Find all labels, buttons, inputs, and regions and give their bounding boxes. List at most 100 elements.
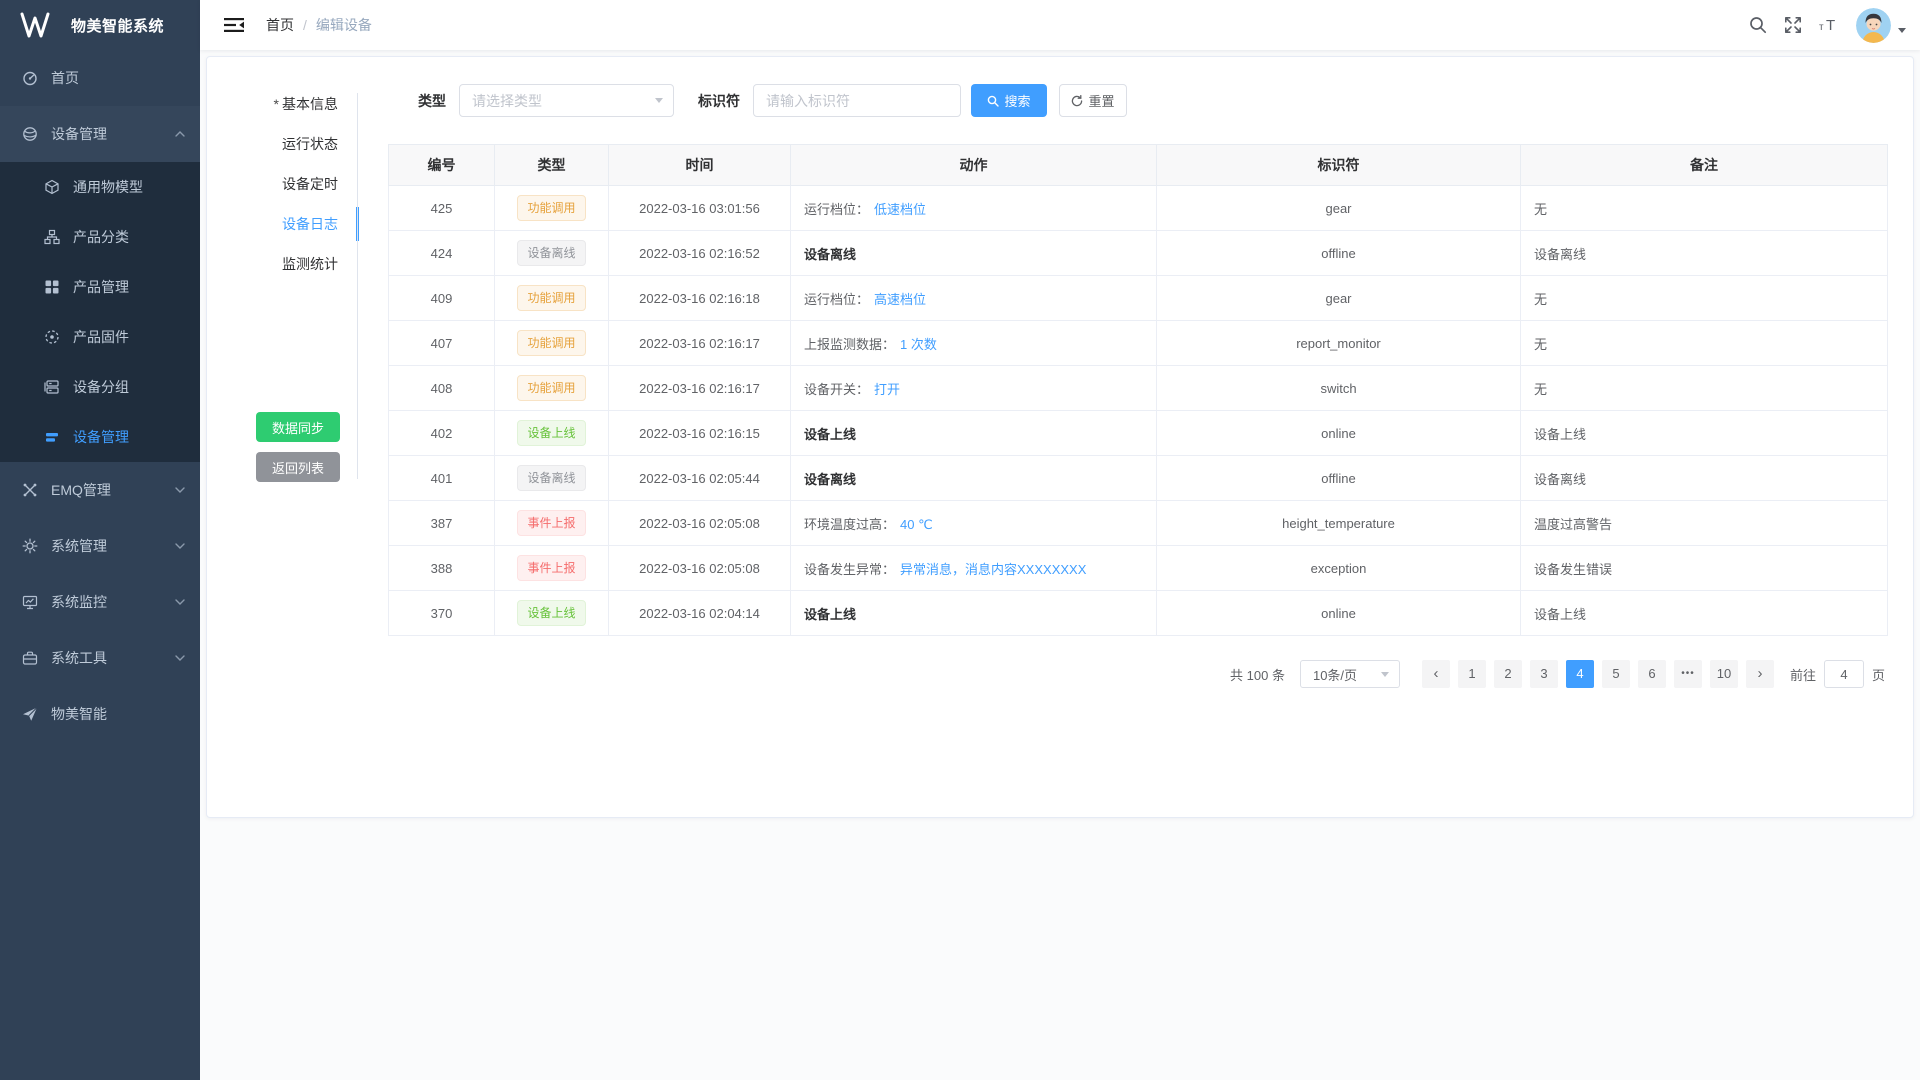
page-button-3[interactable]: 3 bbox=[1530, 660, 1558, 688]
sidebar-item-product-firmware[interactable]: 产品固件 bbox=[0, 312, 200, 362]
goto-page-input[interactable] bbox=[1824, 660, 1864, 688]
cell-id: 370 bbox=[389, 591, 495, 636]
data-sync-button[interactable]: 数据同步 bbox=[256, 412, 340, 442]
cell-remark: 无 bbox=[1521, 366, 1888, 411]
main-area: 首页 / 编辑设备 тT bbox=[200, 0, 1920, 1080]
pages-ellipsis[interactable]: ••• bbox=[1674, 660, 1702, 688]
page-button-4-active[interactable]: 4 bbox=[1566, 660, 1594, 688]
type-tag: 功能调用 bbox=[517, 375, 585, 401]
top-navbar: 首页 / 编辑设备 тT bbox=[200, 0, 1920, 50]
avatar[interactable] bbox=[1856, 8, 1891, 43]
type-tag: 功能调用 bbox=[517, 330, 585, 356]
plane-icon bbox=[22, 706, 40, 722]
sidebar-item-thing-model[interactable]: 通用物模型 bbox=[0, 162, 200, 212]
cell-identifier: exception bbox=[1157, 546, 1521, 591]
sidebar-menu: 首页 设备管理 通用物模型 bbox=[0, 50, 200, 742]
sidebar-item-home[interactable]: 首页 bbox=[0, 50, 200, 106]
breadcrumb: 首页 / 编辑设备 bbox=[266, 15, 372, 35]
sidebar-item-system-tools[interactable]: 系统工具 bbox=[0, 630, 200, 686]
tab-basic-info[interactable]: *基本信息 bbox=[207, 84, 357, 124]
user-menu[interactable] bbox=[1856, 8, 1906, 43]
sidebar-item-product-category[interactable]: 产品分类 bbox=[0, 212, 200, 262]
cell-remark: 设备离线 bbox=[1521, 231, 1888, 276]
page-size-select[interactable]: 10条/页 bbox=[1300, 660, 1400, 688]
sidebar-item-system-monitor[interactable]: 系统监控 bbox=[0, 574, 200, 630]
tab-device-timer[interactable]: 设备定时 bbox=[207, 164, 357, 204]
table-row: 409 功能调用 2022-03-16 02:16:18 运行档位：高速档位 g… bbox=[389, 276, 1888, 321]
sidebar-item-device-group[interactable]: 设备分组 bbox=[0, 362, 200, 412]
sidebar-item-label: 系统监控 bbox=[51, 592, 107, 612]
sidebar-item-system-management[interactable]: 系统管理 bbox=[0, 518, 200, 574]
page-button-2[interactable]: 2 bbox=[1494, 660, 1522, 688]
tab-device-log[interactable]: 设备日志 bbox=[207, 204, 357, 244]
sidebar-item-label: 首页 bbox=[51, 68, 79, 88]
logo[interactable]: 物美智能系统 bbox=[0, 0, 200, 50]
page-button-5[interactable]: 5 bbox=[1602, 660, 1630, 688]
cell-identifier: online bbox=[1157, 411, 1521, 456]
sidebar-item-emq[interactable]: EMQ管理 bbox=[0, 462, 200, 518]
sidebar: 物美智能系统 首页 设备管理 bbox=[0, 0, 200, 1080]
font-size-icon[interactable]: тT bbox=[1819, 16, 1839, 34]
tab-monitor-stats[interactable]: 监测统计 bbox=[207, 244, 357, 284]
content-area: *基本信息 运行状态 设备定时 设备日志 监测统计 数据同步 返回列表 类型 请… bbox=[200, 50, 1920, 1080]
tabs-divider bbox=[357, 93, 358, 479]
cell-time: 2022-03-16 02:16:15 bbox=[609, 411, 791, 456]
cell-identifier: height_temperature bbox=[1157, 501, 1521, 546]
action-link[interactable]: 高速档位 bbox=[874, 292, 926, 307]
search-icon[interactable] bbox=[1749, 16, 1767, 34]
action-link[interactable]: 打开 bbox=[874, 382, 900, 397]
action-label: 运行档位： bbox=[804, 292, 869, 307]
tab-label: 基本信息 bbox=[282, 96, 338, 112]
chevron-down-icon bbox=[174, 654, 186, 662]
svg-text:T: T bbox=[1826, 17, 1835, 34]
sidebar-item-device-management[interactable]: 设备管理 bbox=[0, 106, 200, 162]
cell-id: 402 bbox=[389, 411, 495, 456]
sidebar-item-label: 产品固件 bbox=[73, 327, 129, 347]
search-icon bbox=[987, 95, 999, 107]
action-link[interactable]: 1 次数 bbox=[900, 337, 937, 352]
page-jumper: 前往 页 bbox=[1790, 660, 1885, 688]
type-tag: 事件上报 bbox=[517, 510, 585, 536]
type-tag: 功能调用 bbox=[517, 195, 585, 221]
page-unit-label: 页 bbox=[1872, 665, 1885, 684]
sidebar-item-label: 设备管理 bbox=[51, 124, 107, 144]
sidebar-toggle-icon[interactable] bbox=[224, 17, 244, 33]
tab-label: 监测统计 bbox=[282, 256, 338, 272]
type-select-placeholder: 请选择类型 bbox=[472, 91, 542, 111]
action-link[interactable]: 低速档位 bbox=[874, 202, 926, 217]
prev-page-button[interactable]: ‹ bbox=[1422, 660, 1450, 688]
next-page-button[interactable]: › bbox=[1746, 660, 1774, 688]
table-row: 408 功能调用 2022-03-16 02:16:17 设备开关：打开 swi… bbox=[389, 366, 1888, 411]
total-count: 共 100 条 bbox=[1230, 665, 1285, 684]
action-link[interactable]: 40 ℃ bbox=[900, 517, 933, 532]
fullscreen-icon[interactable] bbox=[1784, 16, 1802, 34]
sidebar-item-label: EMQ管理 bbox=[51, 480, 111, 500]
breadcrumb-home[interactable]: 首页 bbox=[266, 15, 294, 35]
action-label: 运行档位： bbox=[804, 202, 869, 217]
chevron-down-icon bbox=[174, 542, 186, 550]
sidebar-item-device-list[interactable]: 设备管理 bbox=[0, 412, 200, 462]
identifier-input[interactable] bbox=[753, 84, 961, 117]
page-button-1[interactable]: 1 bbox=[1458, 660, 1486, 688]
reset-button[interactable]: 重置 bbox=[1059, 84, 1127, 117]
type-select[interactable]: 请选择类型 bbox=[459, 84, 674, 117]
page-button-10[interactable]: 10 bbox=[1710, 660, 1738, 688]
action-label: 设备离线 bbox=[804, 472, 856, 487]
col-type: 类型 bbox=[495, 145, 609, 186]
sidebar-item-product-management[interactable]: 产品管理 bbox=[0, 262, 200, 312]
cell-id: 409 bbox=[389, 276, 495, 321]
tab-run-status[interactable]: 运行状态 bbox=[207, 124, 357, 164]
table-row: 407 功能调用 2022-03-16 02:16:17 上报监测数据：1 次数… bbox=[389, 321, 1888, 366]
table-row: 387 事件上报 2022-03-16 02:05:08 环境温度过高：40 ℃… bbox=[389, 501, 1888, 546]
type-tag: 设备离线 bbox=[517, 240, 585, 266]
search-button[interactable]: 搜索 bbox=[971, 84, 1047, 117]
back-to-list-button[interactable]: 返回列表 bbox=[256, 452, 340, 482]
cell-remark: 设备上线 bbox=[1521, 411, 1888, 456]
cell-identifier: gear bbox=[1157, 186, 1521, 231]
type-filter-label: 类型 bbox=[418, 91, 446, 111]
cell-time: 2022-03-16 02:05:08 bbox=[609, 501, 791, 546]
page-button-6[interactable]: 6 bbox=[1638, 660, 1666, 688]
sidebar-item-wumei[interactable]: 物美智能 bbox=[0, 686, 200, 742]
cell-id: 425 bbox=[389, 186, 495, 231]
action-link[interactable]: 异常消息，消息内容XXXXXXXX bbox=[900, 562, 1086, 577]
